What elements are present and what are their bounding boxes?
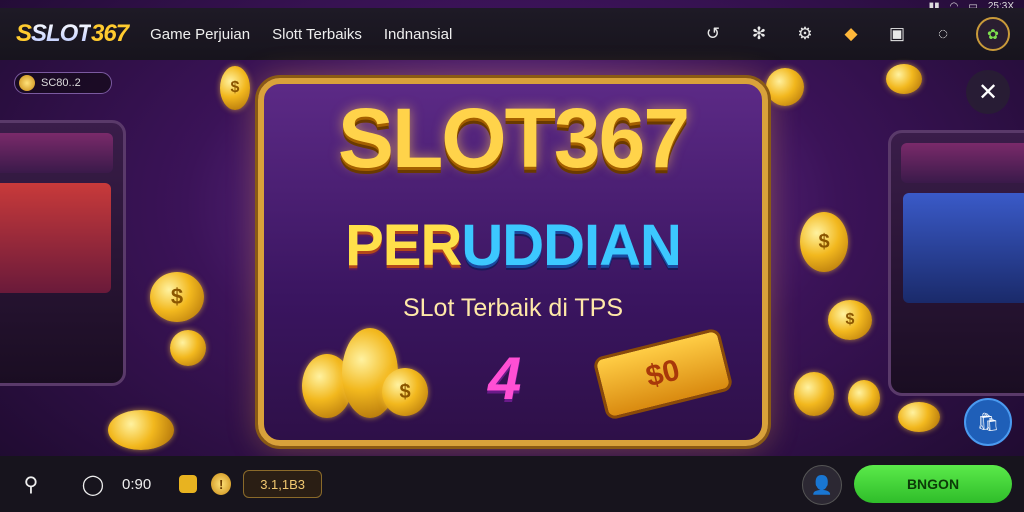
- chat-icon[interactable]: ◌: [930, 21, 956, 47]
- machine-screen: [0, 183, 111, 293]
- location-icon[interactable]: ⚲: [18, 472, 44, 497]
- gear-icon[interactable]: ⚙: [792, 21, 818, 47]
- user-button[interactable]: 👤: [802, 465, 842, 505]
- balance-pill[interactable]: SC80..2: [14, 72, 112, 94]
- nav-link-game[interactable]: Game Perjuian: [150, 26, 250, 43]
- machine-marquee: [901, 143, 1024, 183]
- close-icon: ✕: [977, 78, 999, 106]
- banner-tagline: SLot Terbaik di TPS: [402, 294, 624, 322]
- slot-machine-left: [0, 120, 126, 386]
- balance-value: SC80..2: [41, 77, 81, 89]
- promo-banner[interactable]: SLOT367 PERUDDIAN SLot Terbaik di TPS $ …: [258, 78, 768, 446]
- nav-icons: ↺ ✻ ⚙ ◆ ▣ ◌ ✿: [700, 8, 1010, 60]
- floating-coin: $: [150, 272, 204, 322]
- top-nav: SSLOT367 Game Perjuian Slott Terbaiks In…: [0, 8, 1024, 60]
- wallet-icon[interactable]: ▣: [884, 21, 910, 47]
- shopping-bag-button[interactable]: 🛍: [964, 398, 1012, 446]
- floating-coin: $: [828, 300, 872, 340]
- floating-coin: [886, 64, 922, 94]
- shopping-bag-icon: 🛍: [976, 411, 1000, 432]
- banner-title: SLOT367: [337, 91, 690, 185]
- banner-subtitle: PERUDDIAN: [264, 212, 762, 279]
- slot-machine-right: [888, 130, 1024, 396]
- user-icon: 👤: [810, 474, 834, 495]
- machine-screen: [903, 193, 1024, 303]
- stack-coin: $: [382, 368, 428, 416]
- banner-subtitle-part-b: UDDIAN: [461, 213, 682, 278]
- floating-coin: [794, 372, 834, 416]
- avatar[interactable]: ✿: [976, 17, 1010, 51]
- machine-marquee: [0, 133, 113, 173]
- floating-coin: [170, 330, 206, 366]
- floating-coin: [848, 380, 880, 416]
- nav-link-indonesia[interactable]: Indnansial: [384, 26, 452, 43]
- floating-coin: [898, 402, 940, 432]
- floating-coin: $: [800, 212, 848, 272]
- go-button[interactable]: BNGON: [854, 465, 1012, 503]
- floating-coin: [108, 410, 174, 450]
- nav-link-slot[interactable]: Slott Terbaiks: [272, 26, 362, 43]
- chat-bubble-icon[interactable]: ◯: [80, 472, 106, 497]
- history-icon[interactable]: ↺: [700, 21, 726, 47]
- dollar-sign-icon: $0: [592, 327, 734, 421]
- banner-subtitle-part-a: PER: [345, 213, 462, 278]
- coin-icon: !: [211, 473, 232, 495]
- site-logo[interactable]: SSLOT367: [16, 20, 129, 48]
- close-button[interactable]: ✕: [966, 70, 1010, 114]
- floating-coin: [766, 68, 804, 106]
- coin-stack-icon: $: [302, 328, 428, 418]
- rocket-icon[interactable]: ◆: [838, 21, 864, 47]
- chip-icon: [179, 475, 198, 493]
- floating-coin: $: [220, 66, 250, 110]
- bug-icon[interactable]: ✻: [746, 21, 772, 47]
- bottom-bar: ⚲ ◯ 0:90 ! 3.1,1B3 👤 BNGON: [0, 456, 1024, 512]
- banner-number: 4: [488, 345, 522, 412]
- bottom-balance: 3.1,1B3: [243, 470, 323, 498]
- bottom-count: 0:90: [122, 475, 152, 493]
- coin-icon: [19, 75, 35, 91]
